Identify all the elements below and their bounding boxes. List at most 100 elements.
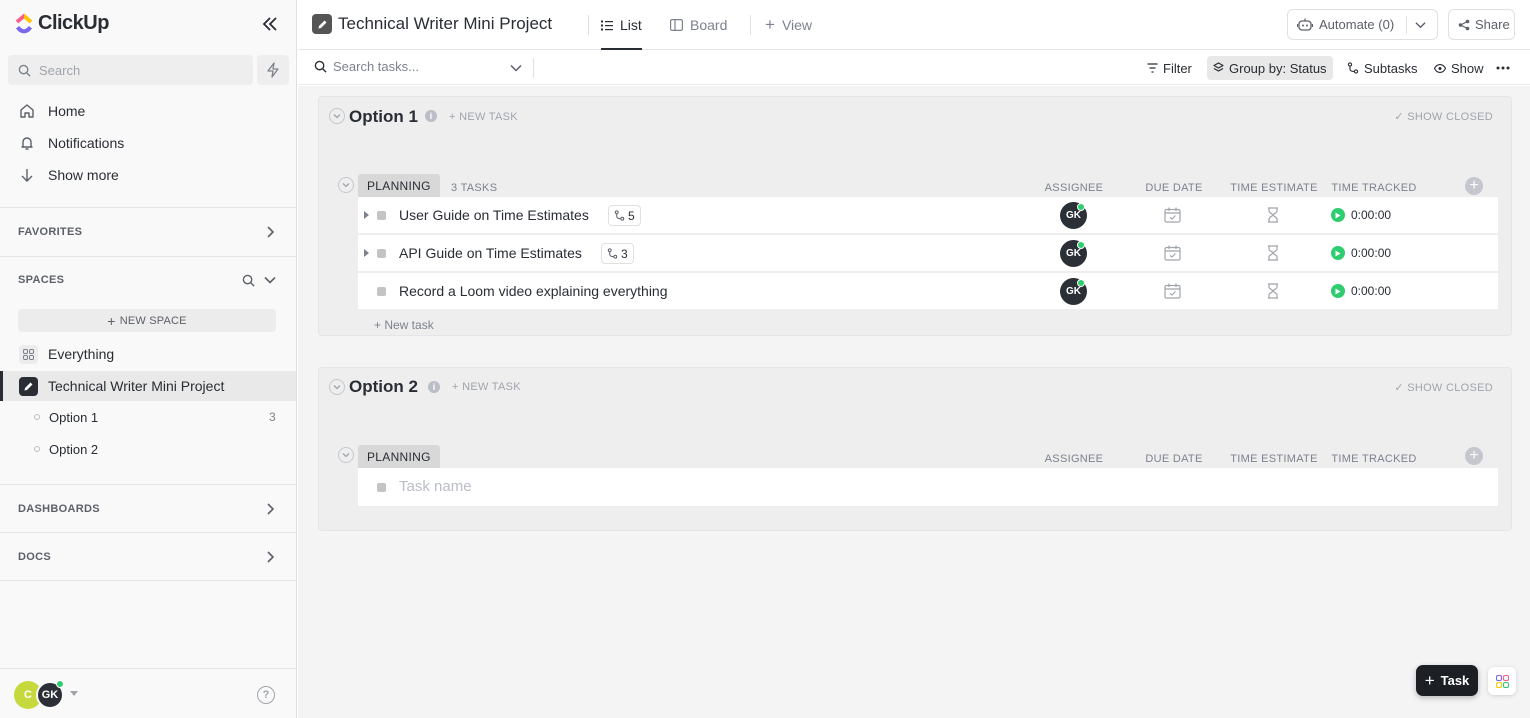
status-badge[interactable]: PLANNING <box>358 445 440 468</box>
play-icon[interactable] <box>1331 246 1345 260</box>
status-icon[interactable] <box>377 211 386 220</box>
time-tracked[interactable]: 0:00:00 <box>1331 246 1391 260</box>
list-icon <box>601 20 613 30</box>
new-task-button[interactable]: + NEW TASK <box>449 111 518 123</box>
dashboards-heading[interactable]: DASHBOARDS <box>18 503 100 515</box>
list-option-2[interactable]: Option 2 <box>0 435 296 463</box>
table-row[interactable]: API Guide on Time Estimates 3 GK 0:00:00 <box>358 235 1498 272</box>
column-header-assignee[interactable]: ASSIGNEE <box>1034 182 1114 194</box>
group-title[interactable]: Option 2 <box>349 377 418 397</box>
caret-down-icon[interactable] <box>70 691 78 697</box>
time-tracked[interactable]: 0:00:00 <box>1331 208 1391 222</box>
task-search-input[interactable] <box>333 59 503 74</box>
new-space-button[interactable]: + NEW SPACE <box>18 309 276 332</box>
collapse-status-icon[interactable] <box>338 447 354 463</box>
group-by-button[interactable]: Group by: Status <box>1207 56 1333 80</box>
show-closed-button[interactable]: ✓ SHOW CLOSED <box>1394 381 1493 394</box>
share-button[interactable]: Share <box>1448 9 1515 40</box>
task-name[interactable]: User Guide on Time Estimates <box>399 207 589 223</box>
space-technical-writer-mini-project[interactable]: Technical Writer Mini Project <box>0 371 296 401</box>
sidebar-search-input[interactable] <box>39 62 239 78</box>
hourglass-icon[interactable] <box>1267 283 1279 299</box>
task-name[interactable]: API Guide on Time Estimates <box>399 245 582 261</box>
play-icon[interactable] <box>1331 284 1345 298</box>
column-header-time-tracked[interactable]: TIME TRACKED <box>1329 182 1419 194</box>
collapse-status-icon[interactable] <box>338 177 354 193</box>
help-icon[interactable]: ? <box>257 686 275 704</box>
subtask-count-badge[interactable]: 5 <box>608 205 641 226</box>
quick-action-button[interactable] <box>257 55 289 85</box>
automate-button[interactable]: Automate (0) <box>1287 9 1438 40</box>
subtasks-button[interactable]: Subtasks <box>1341 56 1423 80</box>
status-icon[interactable] <box>377 249 386 258</box>
chevron-down-icon[interactable] <box>510 64 522 72</box>
create-task-button[interactable]: + Task <box>1416 665 1478 696</box>
docs-heading[interactable]: DOCS <box>18 551 51 563</box>
add-column-icon[interactable]: + <box>1465 447 1483 465</box>
button-divider <box>1406 16 1407 34</box>
chevron-down-icon[interactable] <box>1415 21 1426 29</box>
table-row[interactable]: Record a Loom video explaining everythin… <box>358 273 1498 310</box>
column-header-assignee[interactable]: ASSIGNEE <box>1034 453 1114 465</box>
calendar-icon[interactable] <box>1164 207 1181 223</box>
expand-subtasks-icon[interactable] <box>364 211 369 219</box>
new-task-button[interactable]: + NEW TASK <box>452 381 521 393</box>
sidebar-search[interactable] <box>8 55 253 85</box>
search-icon[interactable] <box>240 272 256 288</box>
chevron-right-icon[interactable] <box>262 549 278 565</box>
task-name[interactable]: Record a Loom video explaining everythin… <box>399 283 668 299</box>
nav-show-more[interactable]: Show more <box>18 166 119 184</box>
info-icon[interactable]: i <box>428 381 440 393</box>
nav-notifications[interactable]: Notifications <box>18 134 124 152</box>
bell-icon <box>18 134 36 152</box>
apps-button[interactable] <box>1488 667 1516 695</box>
spaces-heading[interactable]: SPACES <box>18 274 64 286</box>
more-options-icon[interactable] <box>1490 56 1516 80</box>
clickup-logo[interactable]: ClickUp <box>14 12 109 35</box>
column-header-due-date[interactable]: DUE DATE <box>1134 453 1214 465</box>
show-closed-button[interactable]: ✓ SHOW CLOSED <box>1394 110 1493 123</box>
double-chevron-left-icon <box>262 17 277 31</box>
play-icon[interactable] <box>1331 208 1345 222</box>
collapse-group-icon[interactable] <box>329 108 345 124</box>
status-icon[interactable] <box>377 287 386 296</box>
task-name-input[interactable] <box>399 478 999 495</box>
list-toolbar: Filter Group by: Status Subtasks Show <box>298 50 1530 85</box>
add-column-icon[interactable]: + <box>1465 177 1483 195</box>
collapse-sidebar-button[interactable] <box>260 14 280 34</box>
show-button[interactable]: Show <box>1428 56 1490 80</box>
hourglass-icon[interactable] <box>1267 245 1279 261</box>
column-header-time-tracked[interactable]: TIME TRACKED <box>1329 453 1419 465</box>
hourglass-icon[interactable] <box>1267 207 1279 223</box>
group-title[interactable]: Option 1 <box>349 107 418 127</box>
chevron-right-icon[interactable] <box>262 501 278 517</box>
expand-subtasks-icon[interactable] <box>364 249 369 257</box>
calendar-icon[interactable] <box>1164 245 1181 261</box>
favorites-heading[interactable]: FAVORITES <box>18 226 82 238</box>
column-header-time-estimate[interactable]: TIME ESTIMATE <box>1229 182 1319 194</box>
collapse-group-icon[interactable] <box>329 379 345 395</box>
space-label: Technical Writer Mini Project <box>48 378 225 394</box>
filter-button[interactable]: Filter <box>1141 56 1198 80</box>
tab-list[interactable]: List <box>601 0 642 50</box>
info-icon[interactable]: i <box>425 110 437 122</box>
share-icon <box>1458 19 1470 30</box>
nav-home[interactable]: Home <box>18 102 85 120</box>
column-header-due-date[interactable]: DUE DATE <box>1134 182 1214 194</box>
tab-board[interactable]: Board <box>670 0 727 50</box>
time-tracked[interactable]: 0:00:00 <box>1331 284 1391 298</box>
chevron-right-icon[interactable] <box>262 224 278 240</box>
subtask-count-badge[interactable]: 3 <box>601 243 634 264</box>
tab-add-view[interactable]: + View <box>765 0 812 50</box>
new-task-row[interactable] <box>358 468 1498 506</box>
status-badge[interactable]: PLANNING <box>358 174 440 197</box>
task-search[interactable] <box>314 59 524 74</box>
space-everything[interactable]: Everything <box>0 339 296 369</box>
status-icon[interactable] <box>377 483 386 492</box>
list-option-1[interactable]: Option 1 3 <box>0 403 296 431</box>
column-header-time-estimate[interactable]: TIME ESTIMATE <box>1229 453 1319 465</box>
calendar-icon[interactable] <box>1164 283 1181 299</box>
add-task-button[interactable]: + New task <box>374 318 434 332</box>
chevron-down-icon[interactable] <box>262 272 278 288</box>
table-row[interactable]: User Guide on Time Estimates 5 GK 0:00:0… <box>358 197 1498 234</box>
